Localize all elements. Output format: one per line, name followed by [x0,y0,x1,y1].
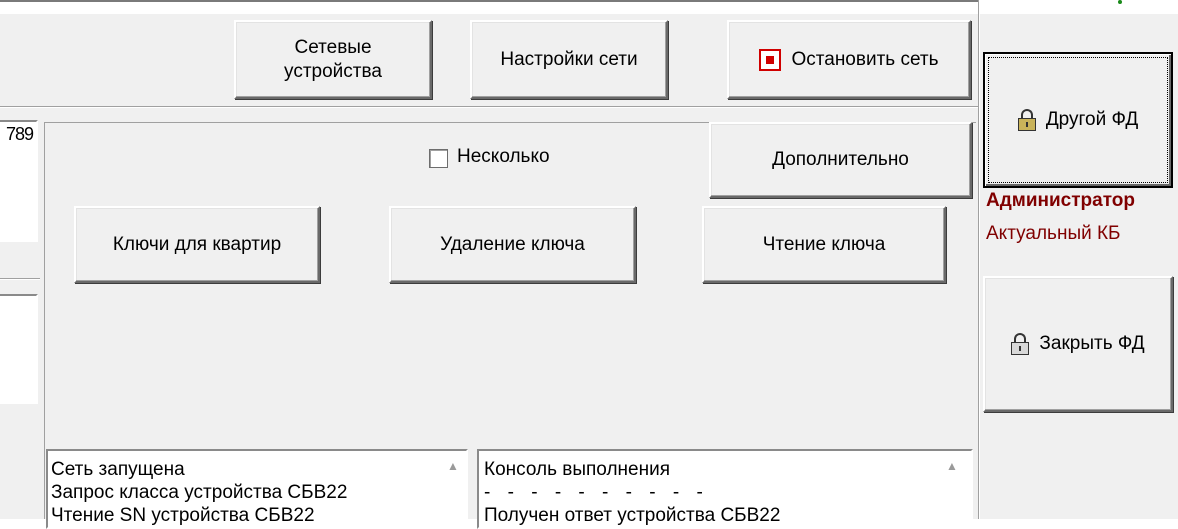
stop-icon [759,48,782,71]
delete-key-button[interactable]: Удаление ключа [389,206,636,283]
network-devices-label-line2: устройства [284,60,382,82]
console-line: Консоль выполнения [484,459,670,480]
left-separator [0,278,40,280]
network-settings-button[interactable]: Настройки сети [470,20,668,99]
scroll-up-arrow-icon[interactable]: ▲ [442,455,464,477]
delete-key-label: Удаление ключа [440,233,585,255]
console-line: - - - - - - - - - - [484,482,709,503]
additional-label: Дополнительно [772,149,909,170]
console-line: Получен ответ устройства СБВ22 [484,505,781,526]
status-log[interactable]: Сеть запущена Запрос класса устройства С… [46,449,468,529]
execution-console[interactable]: Консоль выполнения - - - - - - - - - - П… [477,449,973,529]
read-key-button[interactable]: Чтение ключа [702,206,946,283]
log-line: Чтение SN устройства СБВ22 [51,505,315,526]
left-lower-panel [0,294,38,404]
scroll-up-arrow-icon[interactable]: ▲ [941,455,963,477]
side-separator [978,0,980,519]
status-log-text: Сеть запущена Запрос класса устройства С… [51,458,347,527]
network-devices-button[interactable]: Сетевые устройства [234,20,432,99]
lock-icon [1011,333,1030,355]
status-dot-icon [1118,0,1122,4]
close-fd-label: Закрыть ФД [1039,333,1145,354]
console-text: Консоль выполнения - - - - - - - - - - П… [484,458,780,527]
app-window: Сетевые устройства Настройки сети Остано… [0,0,1178,529]
stop-network-button[interactable]: Остановить сеть [727,20,971,99]
read-key-label: Чтение ключа [762,233,886,255]
lock-icon [1017,109,1036,131]
apartment-keys-button[interactable]: Ключи для квартир [74,206,320,283]
toolbar-separator [0,106,980,108]
network-settings-label: Настройки сети [500,48,638,70]
additional-button[interactable]: Дополнительно [709,122,972,198]
close-fd-button[interactable]: Закрыть ФД [983,276,1173,412]
several-label: Несколько [457,146,550,167]
other-fd-label: Другой ФД [1045,109,1139,130]
several-checkbox[interactable] [429,149,448,168]
log-line: Запрос класса устройства СБВ22 [51,482,348,503]
stop-network-label: Остановить сеть [791,48,939,70]
other-fd-button[interactable]: Другой ФД [983,52,1173,188]
left-list-panel: 789 [0,120,38,242]
apartment-keys-label: Ключи для квартир [112,233,282,255]
network-devices-label-line1: Сетевые [294,36,372,58]
left-panel-clipped-text: 789 [6,124,34,144]
log-line: Сеть запущена [51,459,185,480]
kb-status-label: Актуальный КБ [986,223,1121,244]
role-label: Администратор [986,190,1135,211]
